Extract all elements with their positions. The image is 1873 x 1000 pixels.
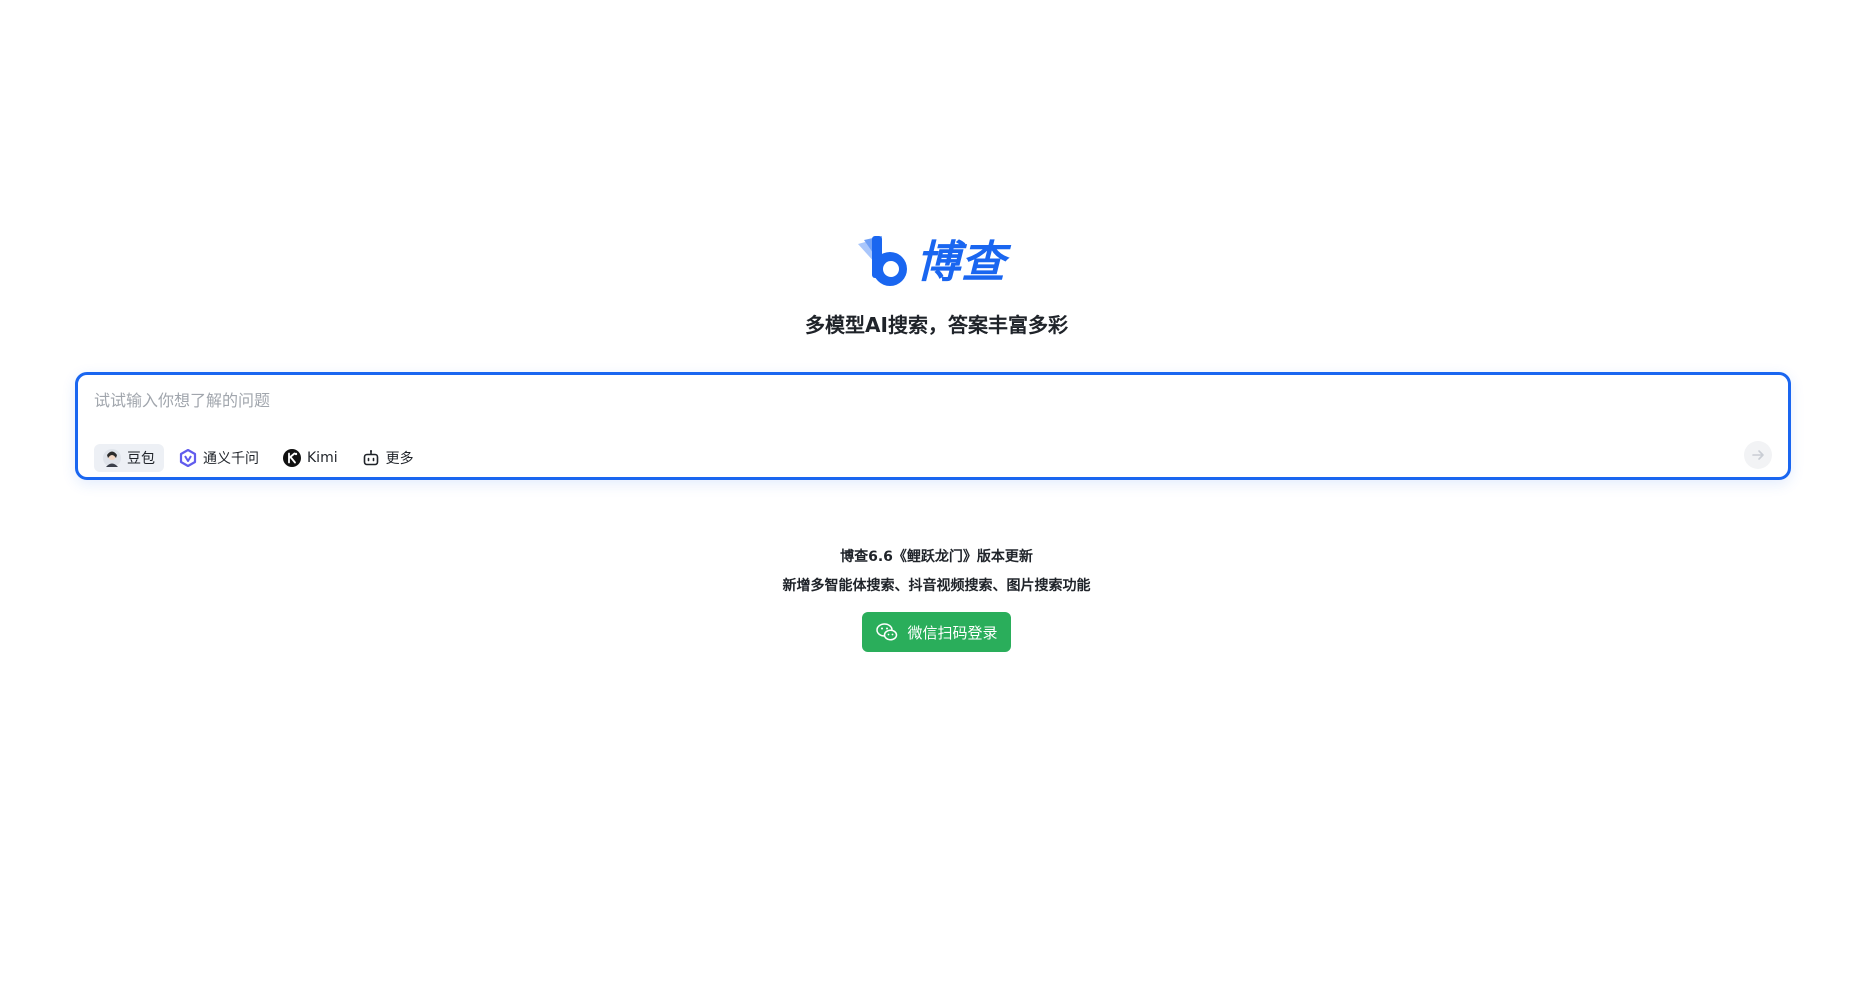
model-chip-label: 豆包 [127, 451, 155, 467]
wechat-login-label: 微信扫码登录 [907, 623, 998, 642]
doubao-avatar-icon [103, 449, 121, 467]
wechat-login-button[interactable]: 微信扫码登录 [862, 612, 1011, 652]
model-chip-tongyi[interactable]: 通义千问 [170, 444, 268, 472]
tongyi-qianwen-icon [179, 449, 197, 467]
search-input[interactable] [94, 385, 1694, 415]
robot-icon [362, 449, 380, 467]
brand-logo: 博查 [850, 234, 1018, 292]
update-description: 新增多智能体搜索、抖音视频搜索、图片搜索功能 [782, 578, 1091, 594]
model-selector: 豆包 通义千问 Kimi 更多 [94, 444, 429, 472]
model-chip-kimi[interactable]: Kimi [274, 444, 347, 472]
page: 博查 多模型AI搜索，答案丰富多彩 豆包 [0, 0, 1873, 1000]
update-title: 博查6.6《鲤跃龙门》版本更新 [840, 549, 1033, 565]
model-chip-label: 更多 [385, 451, 414, 467]
wechat-icon [875, 620, 899, 644]
model-chip-more[interactable]: 更多 [353, 444, 423, 472]
bocha-logo-icon [858, 236, 907, 286]
arrow-right-icon [1752, 450, 1764, 460]
search-box: 豆包 通义千问 K [75, 372, 1791, 480]
kimi-icon [283, 449, 301, 467]
model-chip-doubao[interactable]: 豆包 [94, 444, 164, 472]
tagline: 多模型AI搜索，答案丰富多彩 [805, 313, 1068, 337]
brand-name: 博查 [916, 237, 1006, 288]
model-chip-label: 通义千问 [203, 451, 259, 467]
model-chip-label: Kimi [307, 450, 338, 466]
send-button[interactable] [1744, 441, 1772, 469]
